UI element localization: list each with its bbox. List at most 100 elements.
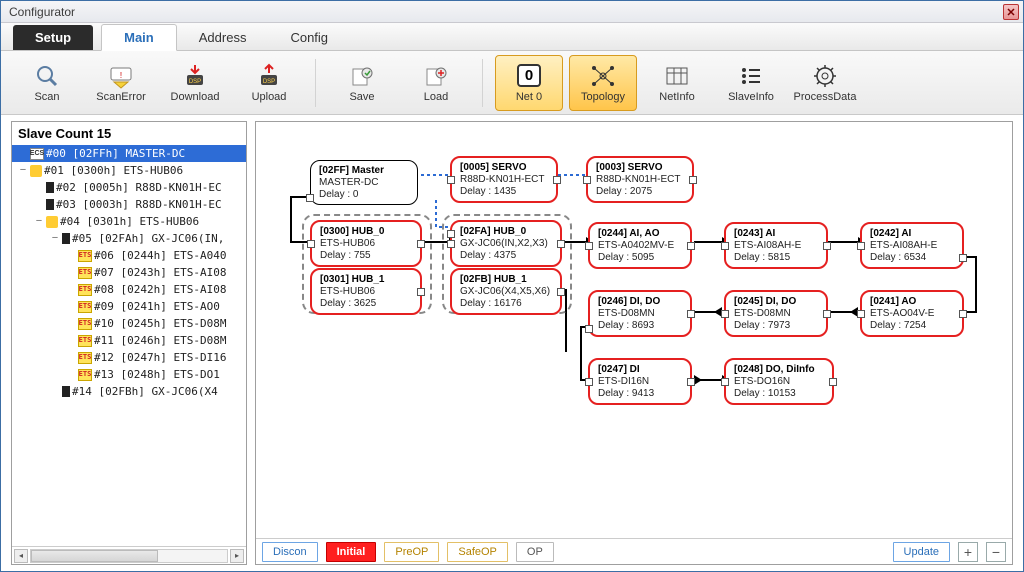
tool-processdata[interactable]: ProcessData bbox=[791, 55, 859, 111]
ets-icon: ETS bbox=[78, 284, 92, 296]
expand-icon[interactable]: − bbox=[18, 162, 28, 179]
tool-label: SlaveInfo bbox=[728, 91, 774, 103]
tab-address[interactable]: Address bbox=[177, 25, 269, 50]
node-0247[interactable]: [0247] DI ETS-DI16N Delay : 9413 bbox=[588, 358, 692, 405]
topology-canvas[interactable]: [02FF] Master MASTER-DC Delay : 0 [0300]… bbox=[256, 122, 1012, 538]
node-hub0[interactable]: [0300] HUB_0 ETS-HUB06 Delay : 755 bbox=[310, 220, 422, 267]
tree-row[interactable]: ECS #00 [02FFh] MASTER-DC bbox=[12, 145, 246, 162]
state-discon[interactable]: Discon bbox=[262, 542, 318, 562]
tool-label: ScanError bbox=[96, 91, 146, 103]
node-0244[interactable]: [0244] AI, AO ETS-A0402MV-E Delay : 5095 bbox=[588, 222, 692, 269]
tool-net0[interactable]: 0 Net 0 bbox=[495, 55, 563, 111]
tree-row[interactable]: ETS #08 [0242h] ETS-AI08 bbox=[12, 281, 246, 298]
tree-row[interactable]: #14 [02FBh] GX-JC06(X4 bbox=[12, 383, 246, 400]
content: Slave Count 15 ECS #00 [02FFh] MASTER-DC… bbox=[1, 115, 1023, 571]
tree-label: #03 [0003h] R88D-KN01H-EC bbox=[56, 196, 222, 213]
tree-row[interactable]: ETS #10 [0245h] ETS-D08M bbox=[12, 315, 246, 332]
node-servo5[interactable]: [0005] SERVO R88D-KN01H-ECT Delay : 1435 bbox=[450, 156, 558, 203]
tree-row[interactable]: ETS #11 [0246h] ETS-D08M bbox=[12, 332, 246, 349]
tree-scrollbar[interactable]: ◂ ▸ bbox=[12, 546, 246, 564]
node-master[interactable]: [02FF] Master MASTER-DC Delay : 0 bbox=[310, 160, 418, 205]
configurator-window: Configurator Setup Main Address Config S… bbox=[0, 0, 1024, 572]
tree-row[interactable]: − #04 [0301h] ETS-HUB06 bbox=[12, 213, 246, 230]
tree-row[interactable]: ETS #12 [0247h] ETS-DI16 bbox=[12, 349, 246, 366]
node-fahub0[interactable]: [02FA] HUB_0 GX-JC06(IN,X2,X3) Delay : 4… bbox=[450, 220, 562, 267]
state-preop[interactable]: PreOP bbox=[384, 542, 439, 562]
ets-icon: ETS bbox=[78, 352, 92, 364]
tree-row[interactable]: ETS #07 [0243h] ETS-AI08 bbox=[12, 264, 246, 281]
tool-netinfo[interactable]: NetInfo bbox=[643, 55, 711, 111]
tree-row[interactable]: #02 [0005h] R88D-KN01H-EC bbox=[12, 179, 246, 196]
tree-row[interactable]: − #01 [0300h] ETS-HUB06 bbox=[12, 162, 246, 179]
node-title: [0301] HUB_1 bbox=[320, 274, 412, 286]
node-0248[interactable]: [0248] DO, DiInfo ETS-DO16N Delay : 1015… bbox=[724, 358, 834, 405]
node-sub: ETS-D08MN bbox=[598, 308, 682, 320]
close-icon[interactable] bbox=[1003, 4, 1019, 20]
node-0241[interactable]: [0241] AO ETS-AO04V-E Delay : 7254 bbox=[860, 290, 964, 337]
upload-icon: DSP bbox=[255, 63, 283, 89]
box-icon bbox=[62, 233, 70, 244]
tool-slaveinfo[interactable]: SlaveInfo bbox=[717, 55, 785, 111]
tree-row[interactable]: ETS #13 [0248h] ETS-DO1 bbox=[12, 366, 246, 383]
titlebar: Configurator bbox=[1, 1, 1023, 23]
tab-main[interactable]: Main bbox=[101, 24, 177, 51]
scroll-right-icon[interactable]: ▸ bbox=[230, 549, 244, 563]
warning-icon: ! bbox=[107, 63, 135, 89]
port-icon bbox=[959, 254, 967, 262]
tool-scanerror[interactable]: ! ScanError bbox=[87, 55, 155, 111]
node-sub: Delay : 3625 bbox=[320, 298, 412, 310]
tree-row[interactable]: ETS #06 [0244h] ETS-A040 bbox=[12, 247, 246, 264]
magnifier-icon bbox=[33, 63, 61, 89]
scroll-left-icon[interactable]: ◂ bbox=[14, 549, 28, 563]
tree-row[interactable]: − #05 [02FAh] GX-JC06(IN, bbox=[12, 230, 246, 247]
node-sub: Delay : 7254 bbox=[870, 320, 954, 332]
tool-upload[interactable]: DSP Upload bbox=[235, 55, 303, 111]
node-sub: GX-JC06(IN,X2,X3) bbox=[460, 238, 552, 250]
tree-label: #00 [02FFh] MASTER-DC bbox=[46, 145, 185, 162]
scrollbar-track[interactable] bbox=[30, 549, 228, 563]
tab-setup[interactable]: Setup bbox=[13, 25, 93, 50]
expand-icon[interactable]: − bbox=[34, 213, 44, 230]
node-sub: Delay : 1435 bbox=[460, 186, 548, 198]
scrollbar-thumb[interactable] bbox=[31, 550, 158, 562]
update-button[interactable]: Update bbox=[893, 542, 950, 562]
box-icon bbox=[62, 386, 70, 397]
port-icon bbox=[307, 240, 315, 248]
node-title: [0245] DI, DO bbox=[734, 296, 818, 308]
window-title: Configurator bbox=[9, 5, 75, 19]
zoom-in-button[interactable]: + bbox=[958, 542, 978, 562]
node-0245[interactable]: [0245] DI, DO ETS-D08MN Delay : 7973 bbox=[724, 290, 828, 337]
node-0242[interactable]: [0242] AI ETS-AI08AH-E Delay : 6534 bbox=[860, 222, 964, 269]
node-title: [02FA] HUB_0 bbox=[460, 226, 552, 238]
tool-download[interactable]: DSP Download bbox=[161, 55, 229, 111]
state-safeop[interactable]: SafeOP bbox=[447, 542, 508, 562]
tool-save[interactable]: Save bbox=[328, 55, 396, 111]
tool-load[interactable]: Load bbox=[402, 55, 470, 111]
tool-topology[interactable]: Topology bbox=[569, 55, 637, 111]
tool-label: Topology bbox=[581, 91, 625, 103]
tab-config[interactable]: Config bbox=[268, 25, 350, 50]
node-hub1[interactable]: [0301] HUB_1 ETS-HUB06 Delay : 3625 bbox=[310, 268, 422, 315]
tree-row[interactable]: #03 [0003h] R88D-KN01H-EC bbox=[12, 196, 246, 213]
node-fbhub1[interactable]: [02FB] HUB_1 GX-JC06(X4,X5,X6) Delay : 1… bbox=[450, 268, 562, 315]
node-sub: ETS-AI08AH-E bbox=[870, 240, 954, 252]
state-op[interactable]: OP bbox=[516, 542, 554, 562]
node-0243[interactable]: [0243] AI ETS-AI08AH-E Delay : 5815 bbox=[724, 222, 828, 269]
node-servo3[interactable]: [0003] SERVO R88D-KN01H-ECT Delay : 2075 bbox=[586, 156, 694, 203]
node-0246[interactable]: [0246] DI, DO ETS-D08MN Delay : 8693 bbox=[588, 290, 692, 337]
tool-label: Load bbox=[424, 91, 448, 103]
port-icon bbox=[823, 242, 831, 250]
port-icon bbox=[689, 176, 697, 184]
ets-icon: ETS bbox=[78, 369, 92, 381]
zoom-out-button[interactable]: − bbox=[986, 542, 1006, 562]
tool-scan[interactable]: Scan bbox=[13, 55, 81, 111]
ets-icon: ETS bbox=[78, 301, 92, 313]
tree-header: Slave Count 15 bbox=[12, 122, 246, 145]
tree-body[interactable]: ECS #00 [02FFh] MASTER-DC− #01 [0300h] E… bbox=[12, 145, 246, 546]
tree-row[interactable]: ETS #09 [0241h] ETS-AO0 bbox=[12, 298, 246, 315]
state-initial[interactable]: Initial bbox=[326, 542, 377, 562]
port-icon bbox=[306, 194, 314, 202]
tree-label: #09 [0241h] ETS-AO0 bbox=[94, 298, 220, 315]
tree-label: #13 [0248h] ETS-DO1 bbox=[94, 366, 220, 383]
expand-icon[interactable]: − bbox=[50, 230, 60, 247]
